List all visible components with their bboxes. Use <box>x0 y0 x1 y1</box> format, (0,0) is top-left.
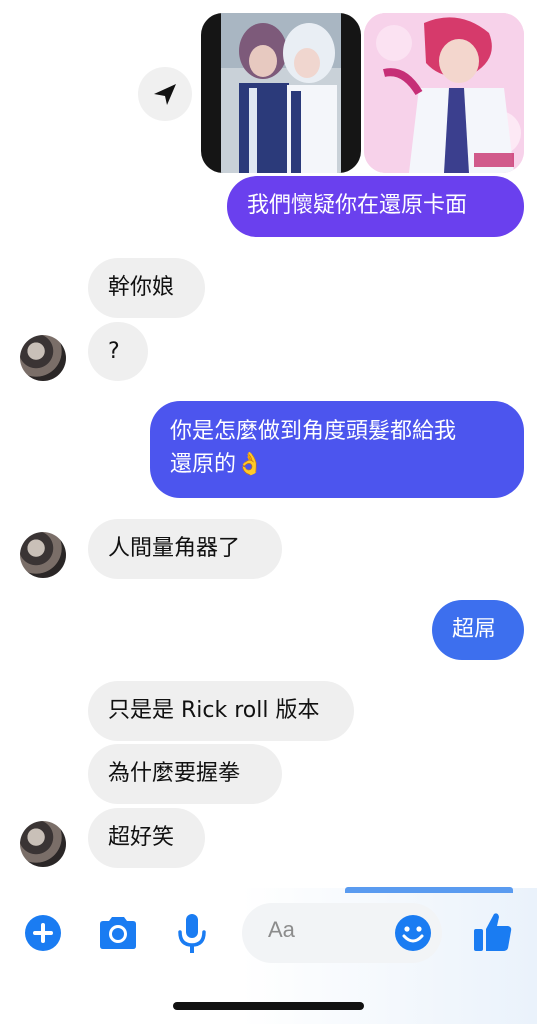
microphone-icon <box>178 914 206 953</box>
message-text-line-2: 還原的 <box>170 452 237 477</box>
partial-outgoing-bubble <box>345 887 513 893</box>
message-text: 為什麼要握拳 <box>108 761 241 786</box>
camera-icon <box>100 917 136 949</box>
photo-cosplay-image <box>221 13 341 173</box>
message-text: ? <box>108 339 120 364</box>
share-button[interactable] <box>138 67 192 121</box>
message-outgoing[interactable]: 你是怎麼做到角度頭髮都給我 還原的👌 <box>150 401 524 498</box>
message-incoming[interactable]: 只是是 Rick roll 版本 <box>88 681 354 741</box>
message-incoming[interactable]: ? <box>88 322 148 381</box>
message-text: 超屌 <box>452 617 497 642</box>
message-text: 只是是 Rick roll 版本 <box>108 698 320 723</box>
contact-avatar[interactable] <box>20 335 66 381</box>
message-text: 超好笑 <box>108 825 175 850</box>
contact-avatar[interactable] <box>20 532 66 578</box>
photo-card-image <box>364 13 524 173</box>
message-outgoing[interactable]: 我們懷疑你在還原卡面 <box>227 176 524 237</box>
camera-button[interactable] <box>96 914 140 952</box>
contact-avatar[interactable] <box>20 821 66 867</box>
voice-button[interactable] <box>175 912 209 956</box>
plus-icon <box>25 915 61 951</box>
message-outgoing[interactable]: 超屌 <box>432 600 524 660</box>
share-arrow-icon <box>154 84 176 105</box>
ok-hand-emoji: 👌 <box>236 452 264 477</box>
shared-photo-cosplay[interactable] <box>201 13 361 173</box>
message-text-line-1: 你是怎麼做到角度頭髮都給我 <box>170 419 457 444</box>
message-incoming[interactable]: 超好笑 <box>88 808 205 868</box>
shared-photo-card[interactable] <box>364 13 524 173</box>
emoji-icon <box>395 915 431 951</box>
thumbs-up-icon <box>474 913 512 951</box>
message-text: 幹你娘 <box>108 275 175 300</box>
add-button[interactable] <box>24 914 62 952</box>
message-incoming[interactable]: 幹你娘 <box>88 258 205 318</box>
message-input-placeholder: Aa <box>268 917 295 942</box>
message-text: 我們懷疑你在還原卡面 <box>247 193 468 218</box>
like-button[interactable] <box>472 910 514 954</box>
emoji-button[interactable] <box>394 914 432 952</box>
message-incoming[interactable]: 為什麼要握拳 <box>88 744 282 804</box>
home-indicator[interactable] <box>173 1002 364 1010</box>
message-text: 人間量角器了 <box>108 536 241 561</box>
message-incoming[interactable]: 人間量角器了 <box>88 519 282 579</box>
